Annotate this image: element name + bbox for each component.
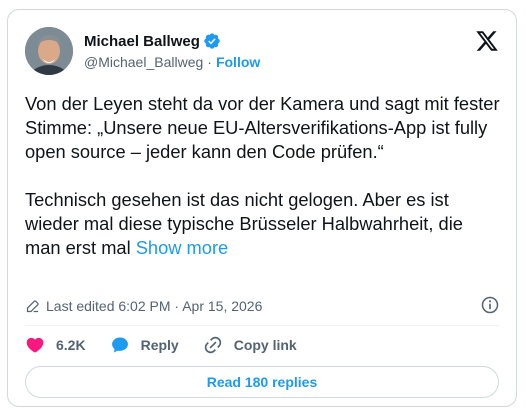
tweet-text: Von der Leyen steht da vor der Kamera un… xyxy=(25,92,503,260)
follow-button[interactable]: Follow xyxy=(216,54,260,70)
reply-label: Reply xyxy=(140,337,179,353)
last-edited-timestamp[interactable]: Last edited 6:02 PM · Apr 15, 2026 xyxy=(46,298,262,314)
separator-dot: · xyxy=(207,54,212,70)
link-icon xyxy=(204,336,221,354)
tweet-paragraph-2: Technisch gesehen ist das nicht gelogen.… xyxy=(25,189,469,258)
heart-icon xyxy=(26,337,44,353)
avatar[interactable] xyxy=(25,27,73,75)
read-replies-button[interactable]: Read 180 replies xyxy=(25,366,499,398)
pencil-icon xyxy=(26,299,39,312)
author-handle[interactable]: @Michael_Ballweg xyxy=(84,54,203,70)
like-count: 6.2K xyxy=(56,337,86,353)
verified-badge-icon xyxy=(204,33,220,49)
author-display-name[interactable]: Michael Ballweg xyxy=(84,33,200,50)
tweet-card[interactable]: Michael Ballweg @Michael_Ballweg · Follo… xyxy=(7,9,517,407)
like-button[interactable]: 6.2K xyxy=(25,335,86,355)
copy-link-label: Copy link xyxy=(233,337,297,353)
speech-bubble-icon xyxy=(111,337,128,353)
divider xyxy=(25,325,499,326)
show-more-link[interactable]: Show more xyxy=(136,237,228,258)
tweet-paragraph-1: Von der Leyen steht da vor der Kamera un… xyxy=(25,93,505,162)
x-logo-icon[interactable] xyxy=(475,29,499,53)
copy-link-button[interactable]: Copy link xyxy=(203,335,297,355)
reply-button[interactable]: Reply xyxy=(110,335,179,355)
avatar-image xyxy=(25,27,73,75)
info-icon[interactable] xyxy=(480,295,500,315)
action-bar: 6.2K Reply Copy link xyxy=(25,334,321,356)
